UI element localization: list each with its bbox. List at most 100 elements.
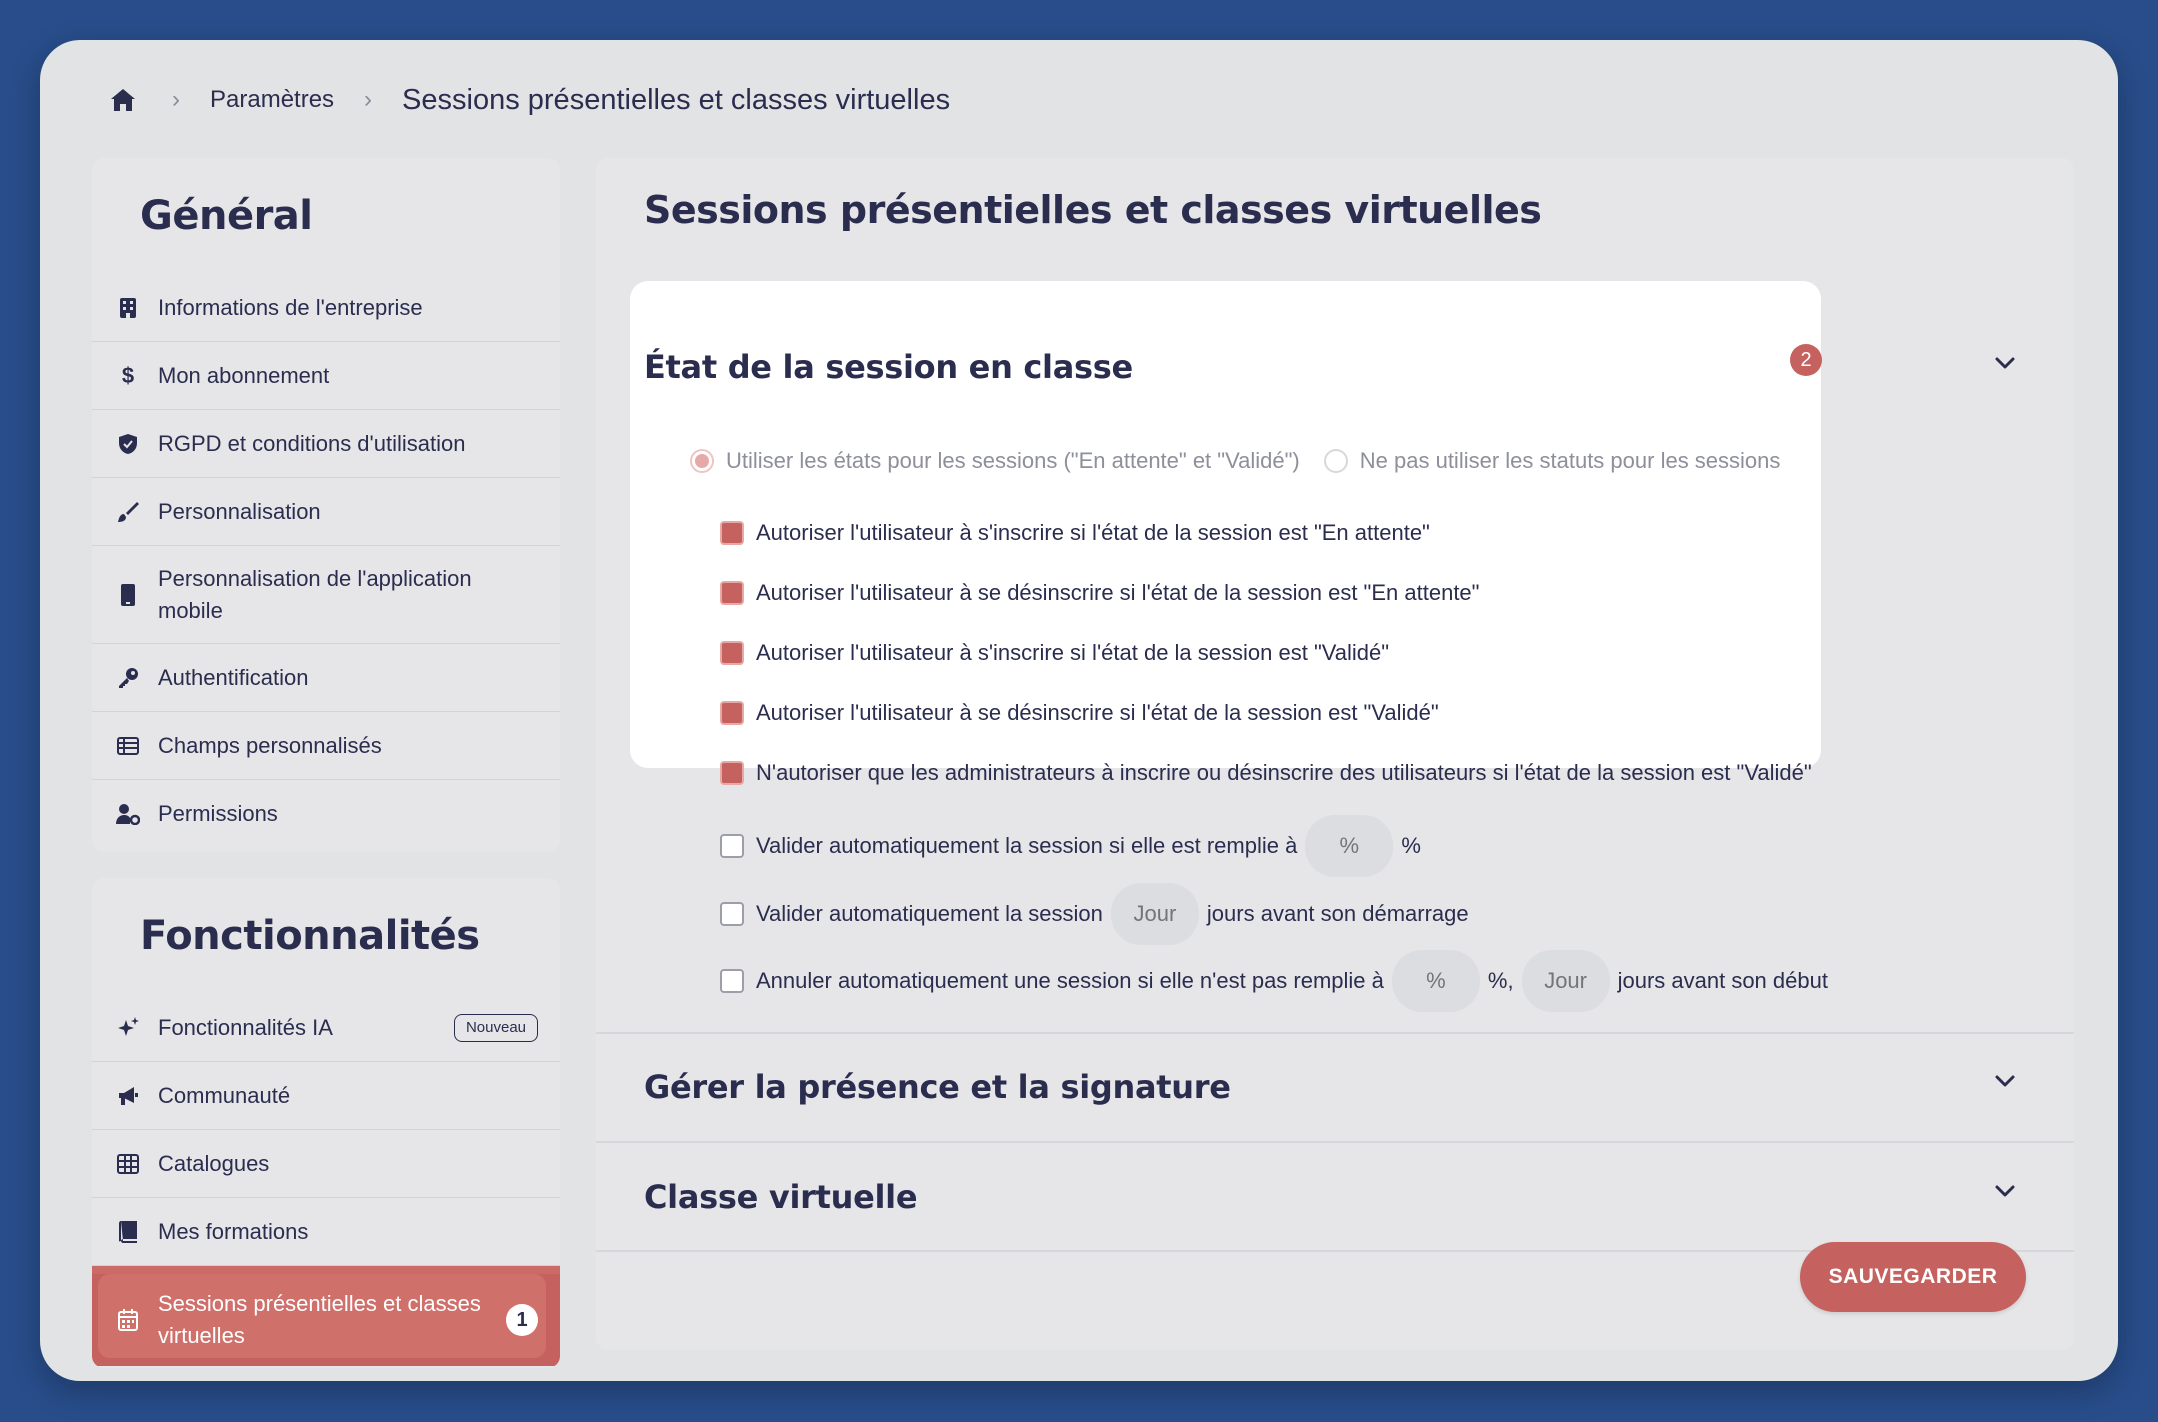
- checkbox-pending-unregister[interactable]: [720, 581, 744, 605]
- breadcrumb-separator-icon: ›: [364, 86, 373, 113]
- checkbox-label: Annuler automatiquement une session si e…: [756, 968, 1384, 993]
- radio-no-states[interactable]: [1323, 449, 1348, 473]
- sparkles-icon: [116, 1016, 140, 1040]
- section-divider: [596, 1141, 2074, 1143]
- mobile-icon: [116, 583, 140, 607]
- chevron-down-icon[interactable]: [1992, 1178, 2018, 1204]
- checkbox-label: N'autoriser que les administrateurs à in…: [756, 760, 1812, 785]
- sidebar-item-label: Sessions présentielles et classes virtue…: [158, 1291, 481, 1348]
- sidebar-item-label: Permissions: [158, 801, 278, 826]
- home-icon[interactable]: [104, 81, 142, 119]
- checkbox-admins-only[interactable]: [720, 761, 744, 785]
- step-badge: 1: [506, 1304, 538, 1336]
- calendar-icon: [116, 1308, 140, 1332]
- sidebar-item-label: Catalogues: [158, 1150, 270, 1176]
- checkbox-auto-validate-days[interactable]: [720, 902, 744, 926]
- checkbox-label: Autoriser l'utilisateur à se désinscrire…: [756, 700, 1439, 725]
- grid-icon: [116, 1152, 140, 1176]
- chevron-down-icon[interactable]: [1992, 1068, 2018, 1094]
- save-button[interactable]: SAUVEGARDER: [1800, 1242, 2026, 1312]
- sidebar-item-mobile-app[interactable]: Personnalisation de l'application mobile: [92, 546, 560, 644]
- radio-label: Ne pas utiliser les statuts pour les ses…: [1359, 448, 1781, 473]
- checkbox-label: Valider automatiquement la session: [756, 901, 1103, 926]
- sidebar-item-my-trainings[interactable]: Mes formations: [92, 1198, 560, 1266]
- dollar-icon: $: [121, 362, 135, 388]
- sidebar-features: Fonctionnalités Fonctionnalités IA Nouve…: [92, 878, 560, 1368]
- cancel-days-input[interactable]: [1521, 950, 1610, 1012]
- user-gear-icon: [116, 802, 140, 826]
- unit-label: jours avant son début: [1617, 968, 1828, 993]
- table-list-icon: [116, 734, 140, 758]
- sidebar-item-label: Personnalisation de l'application mobile: [158, 565, 472, 623]
- step-badge: 2: [1790, 344, 1822, 376]
- sidebar-item-label: Informations de l'entreprise: [158, 294, 423, 320]
- shield-icon: [116, 432, 140, 456]
- breadcrumb-separator-icon: ›: [172, 86, 180, 113]
- sidebar-item-label: Mes formations: [158, 1218, 309, 1244]
- sidebar-item-catalogs[interactable]: Catalogues: [92, 1130, 560, 1198]
- main-panel: Sessions présentielles et classes virtue…: [596, 158, 2074, 1350]
- section-divider: [596, 1032, 2074, 1034]
- sidebar-general: Général Informations de l'entreprise $ M…: [92, 158, 560, 852]
- sidebar-item-label: Fonctionnalités IA: [158, 1014, 333, 1040]
- megaphone-icon: [116, 1084, 140, 1108]
- sidebar-item-label: Communauté: [158, 1082, 291, 1108]
- check-row: N'autoriser que les administrateurs à in…: [720, 760, 1812, 786]
- breadcrumb-settings-link[interactable]: Paramètres: [210, 86, 334, 114]
- sidebar-item-authentication[interactable]: Authentification: [92, 644, 560, 712]
- sidebar-general-title: Général: [140, 193, 313, 239]
- sidebar-item-customization[interactable]: Personnalisation: [92, 478, 560, 546]
- session-state-radio-group: Utiliser les états pour les sessions ("E…: [690, 448, 1780, 474]
- radio-use-states[interactable]: [690, 449, 714, 473]
- radio-label: Utiliser les états pour les sessions ("E…: [726, 448, 1300, 473]
- check-row: Autoriser l'utilisateur à s'inscrire si …: [720, 520, 1430, 546]
- sidebar-item-company-info[interactable]: Informations de l'entreprise: [92, 274, 560, 342]
- check-row: Autoriser l'utilisateur à se désinscrire…: [720, 700, 1439, 726]
- building-icon: [116, 296, 140, 320]
- sidebar-item-sessions[interactable]: Sessions présentielles et classes virtue…: [92, 1266, 560, 1366]
- auto-validate-days-row: Valider automatiquement la session jours…: [720, 883, 1469, 945]
- checkbox-pending-register[interactable]: [720, 521, 744, 545]
- book-icon: [116, 1220, 140, 1244]
- unit-label: jours avant son démarrage: [1206, 901, 1469, 926]
- checkbox-auto-cancel[interactable]: [720, 969, 744, 993]
- check-row: Autoriser l'utilisateur à s'inscrire si …: [720, 640, 1389, 666]
- sidebar-item-label: Mon abonnement: [158, 362, 330, 388]
- key-icon: [116, 666, 140, 690]
- chevron-down-icon[interactable]: [1992, 350, 2018, 376]
- sidebar-item-custom-fields[interactable]: Champs personnalisés: [92, 712, 560, 780]
- unit-label: %,: [1487, 968, 1514, 993]
- section-title-virtual-class[interactable]: Classe virtuelle: [644, 1178, 918, 1216]
- auto-cancel-row: Annuler automatiquement une session si e…: [720, 950, 1828, 1012]
- checkbox-auto-validate-fill[interactable]: [720, 834, 744, 858]
- unit-label: %: [1401, 833, 1421, 858]
- sidebar-item-ai-features[interactable]: Fonctionnalités IA Nouveau: [92, 994, 560, 1062]
- days-input[interactable]: [1110, 883, 1199, 945]
- breadcrumb: › Paramètres › Sessions présentielles et…: [104, 40, 950, 160]
- section-title-attendance[interactable]: Gérer la présence et la signature: [644, 1068, 1231, 1106]
- sidebar-item-community[interactable]: Communauté: [92, 1062, 560, 1130]
- checkbox-validated-register[interactable]: [720, 641, 744, 665]
- checkbox-label: Autoriser l'utilisateur à s'inscrire si …: [756, 640, 1390, 665]
- section-title-session-state[interactable]: État de la session en classe: [644, 348, 1133, 386]
- checkbox-validated-unregister[interactable]: [720, 701, 744, 725]
- breadcrumb-current: Sessions présentielles et classes virtue…: [402, 83, 951, 116]
- checkbox-label: Valider automatiquement la session si el…: [756, 833, 1298, 858]
- app-window: › Paramètres › Sessions présentielles et…: [40, 40, 2118, 1381]
- sidebar-item-subscription[interactable]: $ Mon abonnement: [92, 342, 560, 410]
- sidebar-item-label: Champs personnalisés: [158, 732, 382, 758]
- sidebar-item-permissions[interactable]: Permissions: [92, 780, 560, 848]
- page-title: Sessions présentielles et classes virtue…: [644, 188, 1542, 232]
- checkbox-label: Autoriser l'utilisateur à s'inscrire si …: [756, 520, 1430, 545]
- fill-percent-input[interactable]: [1305, 815, 1394, 877]
- sidebar-item-gdpr[interactable]: RGPD et conditions d'utilisation: [92, 410, 560, 478]
- new-badge: Nouveau: [453, 1013, 538, 1042]
- sidebar-item-label: Authentification: [158, 664, 309, 690]
- check-row: Autoriser l'utilisateur à se désinscrire…: [720, 580, 1479, 606]
- cancel-percent-input[interactable]: [1391, 950, 1480, 1012]
- sidebar-item-label: RGPD et conditions d'utilisation: [158, 430, 466, 456]
- sidebar-features-title: Fonctionnalités: [140, 913, 480, 959]
- brush-icon: [116, 500, 140, 524]
- sidebar-item-label: Personnalisation: [158, 498, 321, 524]
- auto-validate-fill-row: Valider automatiquement la session si el…: [720, 815, 1421, 877]
